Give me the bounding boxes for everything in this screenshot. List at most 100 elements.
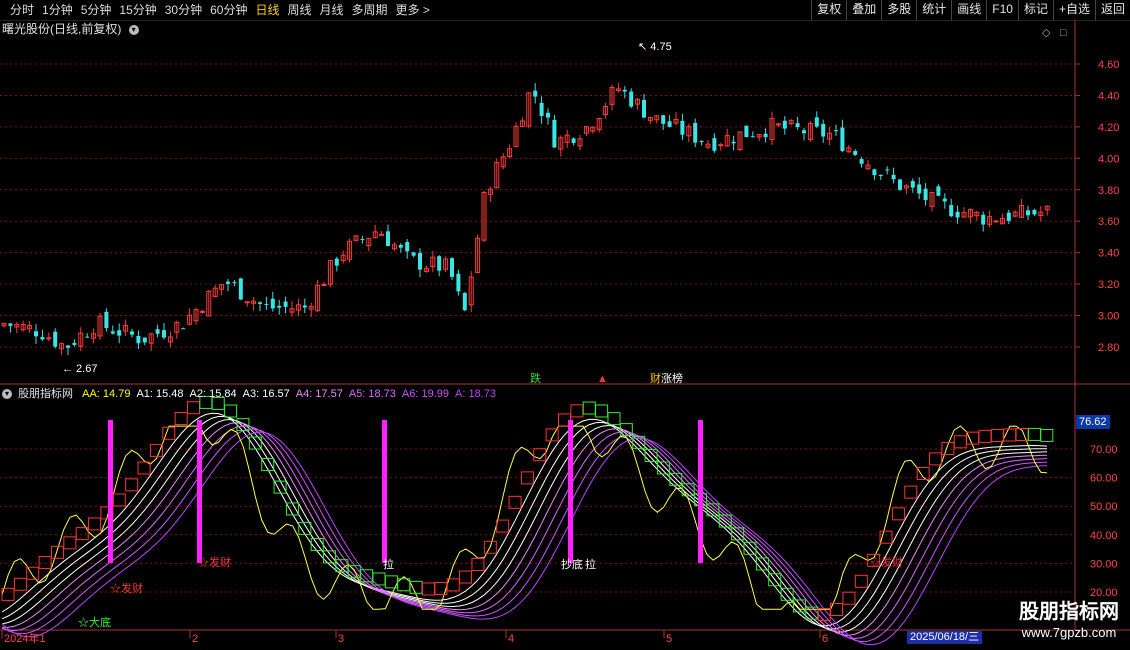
candle-body-down [360, 239, 365, 241]
candle-body-down [130, 331, 134, 335]
candle-body-down [110, 331, 115, 334]
toolbar-action-5[interactable]: F10 [986, 0, 1018, 20]
candle-body-down [750, 136, 755, 138]
candle-body-down [334, 258, 339, 266]
candle-body-up [46, 337, 52, 340]
step-box [174, 412, 188, 426]
candle-body-down [667, 121, 672, 127]
period-tab-5[interactable]: 60分钟 [206, 2, 251, 18]
candle-body-down [437, 256, 442, 271]
candle-body-down [162, 330, 166, 338]
period-tab-0[interactable]: 分时 [6, 2, 38, 18]
toolbar-action-3[interactable]: 统计 [916, 0, 951, 20]
toolbar-action-6[interactable]: 标记 [1017, 0, 1053, 20]
toolbar-action-2[interactable]: 多股 [881, 0, 916, 20]
price-tick-label: 3.60 [1098, 216, 1119, 228]
toolbar-action-0[interactable]: 复权 [811, 0, 846, 20]
candle-body-down [917, 184, 922, 194]
period-tab-4[interactable]: 30分钟 [161, 2, 206, 18]
indicator-tick-label: 60.00 [1090, 473, 1118, 485]
signal-bar-0 [108, 420, 113, 563]
period-tabs: 分时 1分钟 5分钟 15分钟 30分钟 60分钟 日线 周线 月线 多周期 更多 > [6, 2, 434, 18]
candle-body-down [66, 345, 70, 348]
period-tab-6[interactable]: 日线 [251, 2, 283, 18]
oscillator-line-4 [1, 425, 1048, 640]
candle-body-down [72, 342, 77, 345]
candle-body-down [398, 244, 403, 248]
step-box [471, 557, 485, 571]
toolbar-action-1[interactable]: 叠加 [846, 0, 881, 20]
candle-body-down [834, 130, 838, 132]
step-box [149, 443, 163, 457]
indicator-value-1: A1: 15.48 [136, 388, 184, 400]
candle-body-down [891, 174, 896, 180]
period-tab-8[interactable]: 月线 [316, 2, 348, 18]
candle-body-down [795, 123, 800, 127]
step-box [496, 519, 510, 533]
candle-body-down [763, 133, 768, 138]
step-box [607, 412, 621, 426]
candle-body-down [1006, 212, 1011, 221]
period-tab-10[interactable]: 更多 > [392, 2, 434, 18]
step-box [990, 429, 1004, 443]
period-tab-9[interactable]: 多周期 [348, 2, 392, 18]
indicator-value-2: A2: 15.84 [189, 388, 237, 400]
oscillator-line-2 [1, 418, 1048, 633]
candle-body-down [853, 151, 858, 155]
candle-body-down [571, 138, 576, 143]
candle-body-down [405, 242, 410, 252]
price-tick-label: 4.40 [1098, 90, 1119, 102]
candle-body-down [53, 331, 58, 347]
period-tab-3[interactable]: 15分钟 [115, 2, 160, 18]
candle-body-down [411, 252, 416, 256]
signal-bar-2 [382, 420, 387, 563]
candle-body-up [993, 220, 999, 223]
signal-bar-1 [197, 420, 202, 563]
step-box [459, 570, 473, 584]
price-tick-label: 3.00 [1098, 311, 1119, 323]
step-box [644, 448, 658, 462]
candle-body-down [872, 169, 877, 176]
candle-body-down [264, 303, 269, 305]
period-tab-1[interactable]: 1分钟 [38, 2, 77, 18]
toolbar-actions: 复权 叠加 多股 统计 画线 F10 标记 +自选 返回 [811, 0, 1130, 20]
time-label: 5 [666, 633, 672, 645]
indicator-name: 股朋指标网 [18, 388, 74, 400]
annotation-pull-1: 拉 [383, 557, 394, 571]
step-box [446, 578, 460, 592]
indicator-tick-label: 20.00 [1090, 587, 1118, 599]
step-box [112, 493, 126, 507]
period-tab-7[interactable]: 周线 [283, 2, 315, 18]
candle-body-down [642, 99, 646, 118]
step-box [656, 461, 670, 475]
low-price-label: ← 2.67 [62, 363, 97, 375]
step-box [13, 577, 27, 591]
candle-body-down [923, 188, 928, 201]
candle-body-down [533, 90, 538, 97]
step-box [978, 429, 992, 443]
candle-body-down [450, 258, 454, 277]
indicator-value-3: A3: 16.57 [242, 388, 290, 400]
time-label: 3 [338, 633, 344, 645]
step-box [904, 485, 918, 499]
toolbar-action-4[interactable]: 画线 [951, 0, 986, 20]
period-tab-2[interactable]: 5分钟 [77, 2, 116, 18]
toolbar-action-7[interactable]: +自选 [1052, 0, 1095, 20]
candle-body-down [898, 179, 902, 190]
indicator-values: ▾ 股朋指标网 AA: 14.79 A1: 15.48 A2: 15.84 A3: 1… [2, 386, 502, 402]
time-label: 6 [822, 633, 828, 645]
watermark-title: 股朋指标网 [1019, 601, 1119, 623]
step-box [929, 452, 943, 466]
watermark-url: www.7gpzb.com [1021, 625, 1117, 640]
candle-body-down [181, 328, 186, 330]
candle-body-down [661, 115, 666, 124]
candle-body-down [840, 127, 845, 152]
candle-body-down [283, 301, 288, 307]
indicator-menu-icon[interactable]: ▾ [2, 389, 12, 400]
candle-body-down [1026, 210, 1030, 216]
current-date: 2025/06/18/三 [907, 631, 983, 644]
toolbar-action-8[interactable]: 返回 [1094, 0, 1130, 20]
step-box [137, 461, 151, 475]
candle-body-down [155, 329, 160, 334]
step-box [891, 507, 905, 521]
